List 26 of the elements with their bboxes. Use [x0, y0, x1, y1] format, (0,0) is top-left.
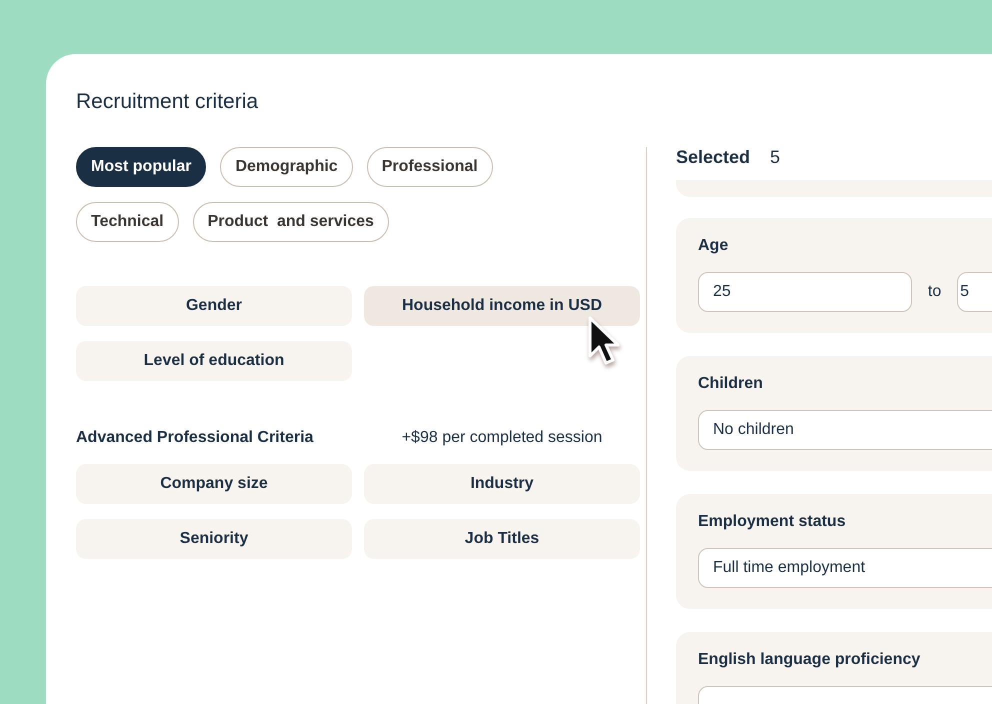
selected-label: Selected — [676, 147, 750, 168]
input-field[interactable]: Full time employment — [698, 548, 992, 588]
criterion-button[interactable]: Seniority — [76, 519, 352, 559]
category-tab[interactable]: Technical — [76, 202, 179, 242]
criterion-button[interactable]: Job Titles — [364, 519, 640, 559]
criterion-button[interactable]: Household income in USD — [364, 286, 640, 326]
criterion-button[interactable]: Company size — [76, 464, 352, 504]
filter-label: Employment status — [698, 512, 847, 532]
category-tab[interactable]: Product and services — [192, 202, 389, 242]
filter-label: Children — [698, 374, 764, 394]
input-field[interactable]: 25 — [698, 272, 912, 312]
page-title: Recruitment criteria — [76, 90, 260, 114]
input-field[interactable]: 5 — [957, 272, 992, 312]
filter-label: English language proficiency — [698, 650, 922, 670]
range-connector: to — [926, 283, 942, 301]
selected-count: 5 — [770, 147, 780, 168]
price-note: +$98 per completed session — [400, 429, 604, 447]
category-tab[interactable]: Demographic — [220, 147, 353, 187]
criterion-button[interactable]: Gender — [76, 286, 352, 326]
criterion-button[interactable]: Industry — [364, 464, 640, 504]
category-tab[interactable]: Professional — [366, 147, 493, 187]
filter-label: Age — [698, 236, 730, 256]
category-tab[interactable]: Most popular — [76, 147, 206, 187]
section-title: Advanced Professional Criteria — [76, 429, 314, 447]
criterion-button[interactable]: Level of education — [76, 341, 352, 381]
input-field[interactable]: No children — [698, 410, 992, 450]
